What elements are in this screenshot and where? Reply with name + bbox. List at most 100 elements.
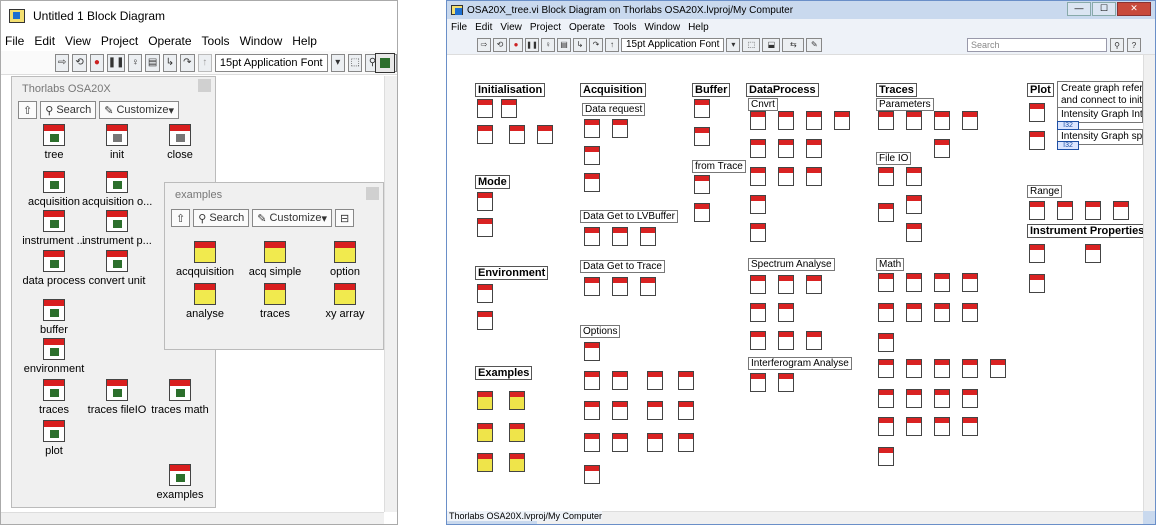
maximize-icon[interactable]: ☐ [1092, 2, 1116, 16]
example-vi-node[interactable] [477, 391, 493, 410]
example-item[interactable]: xy array [310, 283, 380, 320]
step-into-icon[interactable]: ↳ [162, 53, 178, 72]
vi-node[interactable] [612, 119, 628, 138]
vi-node[interactable] [750, 303, 766, 322]
highlight-execution-icon[interactable]: ♀ [541, 37, 555, 52]
vi-node[interactable] [934, 273, 950, 292]
vi-node[interactable] [694, 127, 710, 146]
palette-item-acquisition[interactable]: acquisition [19, 171, 89, 208]
vi-node[interactable] [962, 273, 978, 292]
palette-item-buffer[interactable]: buffer [19, 299, 89, 336]
vi-node[interactable] [584, 277, 600, 296]
minimize-icon[interactable]: — [397, 1, 398, 31]
vi-node[interactable] [878, 273, 894, 292]
vi-node[interactable] [878, 447, 894, 466]
vi-node[interactable] [1029, 131, 1045, 150]
palette-up-icon[interactable]: ⇧ [18, 101, 38, 119]
left-vertical-scrollbar[interactable] [384, 76, 397, 512]
example-item[interactable]: option [310, 241, 380, 278]
menu-operate[interactable]: Operate [569, 22, 605, 33]
palette-item-environment[interactable]: environment [19, 338, 89, 375]
vi-node[interactable] [906, 359, 922, 378]
step-out-icon[interactable]: ↑ [605, 37, 619, 52]
sub-palette-customize-button[interactable]: ✎ Customize ▾ [252, 209, 332, 227]
vi-node[interactable] [477, 125, 493, 144]
example-item[interactable]: acqquisition [170, 241, 240, 278]
vi-node[interactable] [584, 227, 600, 246]
example-vi-node[interactable] [509, 391, 525, 410]
vi-node[interactable] [477, 99, 493, 118]
vi-node[interactable] [906, 195, 922, 214]
vi-node[interactable] [694, 99, 710, 118]
vi-node[interactable] [878, 417, 894, 436]
menu-help[interactable]: Help [688, 22, 709, 33]
right-vertical-scrollbar[interactable] [1143, 55, 1155, 511]
vi-node[interactable] [1029, 103, 1045, 122]
vi-node[interactable] [1057, 201, 1073, 220]
vi-node[interactable] [584, 371, 600, 390]
font-dropdown-icon[interactable]: ▾ [330, 53, 345, 72]
vi-node[interactable] [678, 401, 694, 420]
close-icon[interactable]: ✕ [1117, 2, 1151, 16]
vi-node[interactable] [612, 433, 628, 452]
vi-node[interactable] [584, 173, 600, 192]
clean-up-icon[interactable]: ✎ [806, 37, 823, 52]
vi-node[interactable] [647, 371, 663, 390]
vi-node[interactable] [612, 401, 628, 420]
vi-node[interactable] [612, 277, 628, 296]
palette-pin-icon[interactable] [198, 79, 211, 92]
vi-node[interactable] [584, 465, 600, 484]
vi-node[interactable] [477, 284, 493, 303]
retain-wire-values-icon[interactable]: ▤ [145, 53, 160, 72]
sub-palette-up-icon[interactable]: ⇧ [171, 209, 191, 227]
vi-node[interactable] [962, 389, 978, 408]
menu-project[interactable]: Project [530, 22, 561, 33]
palette-item-traces-fileio[interactable]: traces fileIO [82, 379, 152, 416]
menu-window[interactable]: Window [644, 22, 680, 33]
vi-node[interactable] [750, 167, 766, 186]
run-arrow-icon[interactable]: ⇨ [55, 53, 70, 72]
distribute-icon[interactable]: ⬓ [762, 37, 781, 52]
vi-node[interactable] [678, 371, 694, 390]
font-select[interactable]: 15pt Application Font [214, 53, 328, 72]
vi-node[interactable] [962, 417, 978, 436]
help-icon[interactable]: ? [1127, 38, 1141, 52]
vi-node[interactable] [906, 167, 922, 186]
vi-node[interactable] [584, 401, 600, 420]
vi-node[interactable] [878, 111, 894, 130]
vi-node[interactable] [878, 167, 894, 186]
pause-icon[interactable]: ❚❚ [525, 37, 539, 52]
example-item[interactable]: acq simple [240, 241, 310, 278]
vi-node[interactable] [750, 111, 766, 130]
menu-window[interactable]: Window [240, 34, 283, 48]
vi-node[interactable] [640, 227, 656, 246]
vi-node[interactable] [878, 203, 894, 222]
vi-node[interactable] [477, 192, 493, 211]
vi-node[interactable] [806, 139, 822, 158]
vi-node[interactable] [778, 331, 794, 350]
vi-node[interactable] [934, 303, 950, 322]
font-select[interactable]: 15pt Application Font [621, 37, 725, 52]
vi-node[interactable] [1029, 244, 1045, 263]
vi-node[interactable] [778, 373, 794, 392]
vi-node[interactable] [750, 373, 766, 392]
highlight-execution-icon[interactable]: ♀ [128, 53, 143, 72]
vi-node[interactable] [750, 195, 766, 214]
step-into-icon[interactable]: ↳ [573, 37, 587, 52]
menu-file[interactable]: File [5, 34, 24, 48]
menu-view[interactable]: View [500, 22, 522, 33]
vi-node[interactable] [806, 167, 822, 186]
vi-node[interactable] [962, 111, 978, 130]
vi-node[interactable] [647, 401, 663, 420]
maximize-icon[interactable]: ☐ [397, 1, 398, 31]
vi-node[interactable] [990, 359, 1006, 378]
palette-item-acquisition-options[interactable]: acquisition o... [82, 171, 152, 208]
pause-icon[interactable]: ❚❚ [107, 53, 126, 72]
vi-node[interactable] [509, 125, 525, 144]
vi-node[interactable] [878, 359, 894, 378]
step-out-icon[interactable]: ↑ [197, 53, 212, 72]
vi-node[interactable] [1085, 201, 1101, 220]
vi-node[interactable] [962, 303, 978, 322]
vi-node[interactable] [906, 223, 922, 242]
abort-icon[interactable]: ● [89, 53, 105, 72]
